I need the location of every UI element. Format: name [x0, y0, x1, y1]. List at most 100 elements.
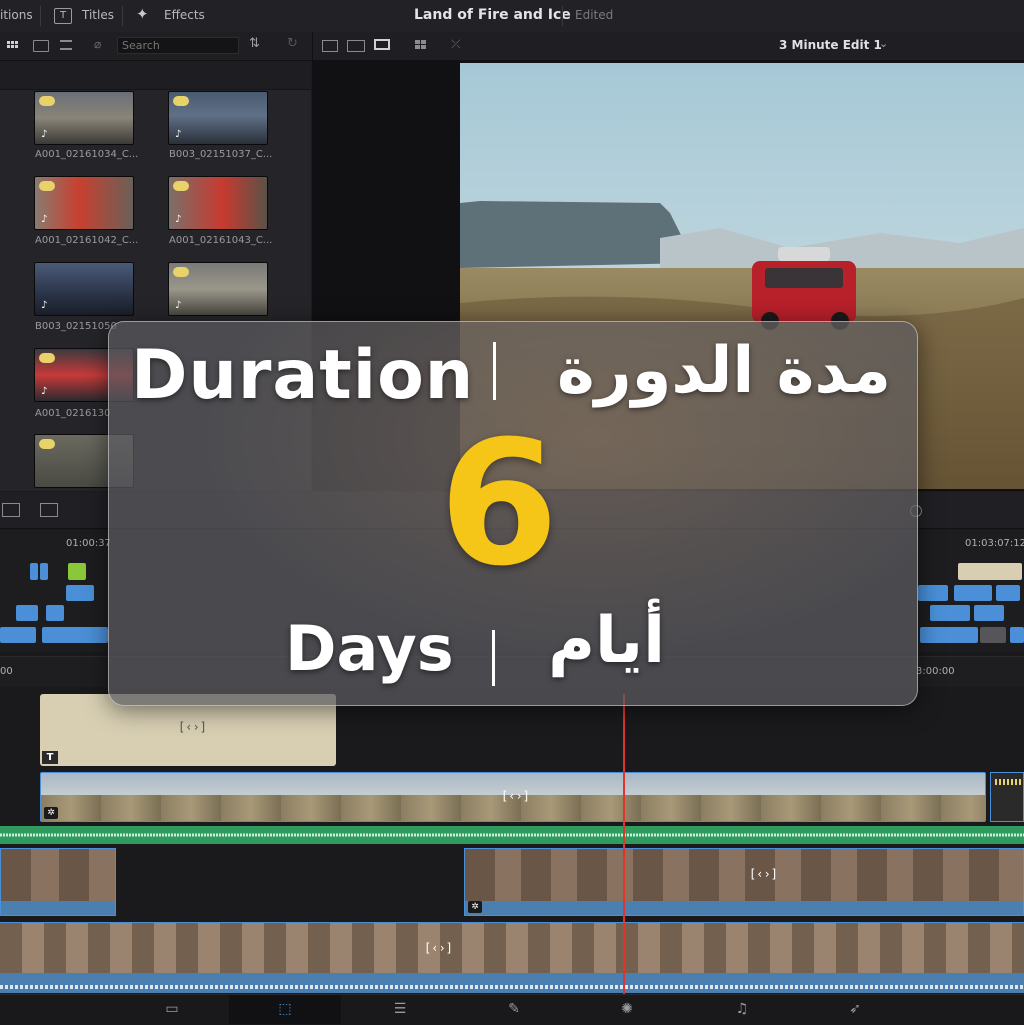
titles-icon[interactable]: T	[54, 8, 72, 24]
fusion-page-icon[interactable]: ✎	[499, 998, 529, 1020]
media-clip[interactable]: ♪	[34, 91, 134, 145]
overview-clip	[920, 627, 978, 643]
overview-clip	[0, 627, 36, 643]
divider	[493, 342, 496, 400]
thumbnail-view-icon[interactable]	[33, 40, 49, 52]
overview-clip	[930, 605, 970, 621]
cloud-icon	[39, 439, 55, 449]
clip-name: A001_02161043_C...	[169, 235, 273, 246]
video-clip[interactable]: [‹›]	[0, 922, 1024, 993]
duration-card: Duration مدة الدورة 6 Days أيام	[108, 321, 918, 706]
cloud-icon	[39, 181, 55, 191]
color-page-icon[interactable]: ✺	[612, 998, 642, 1020]
music-note-icon: ♪	[175, 129, 182, 140]
overview-clip	[66, 585, 94, 601]
unit-label-ar: أيام	[548, 604, 665, 678]
music-note-icon: ♪	[175, 300, 182, 311]
refresh-icon[interactable]: ↻	[287, 36, 298, 51]
tab-effects[interactable]: Effects	[164, 8, 205, 22]
divider	[122, 6, 123, 26]
timeline-selector[interactable]: 3 Minute Edit 1	[779, 38, 882, 52]
tab-titles[interactable]: Titles	[82, 8, 114, 22]
clip-name: A001_02161042_C...	[35, 235, 139, 246]
music-note-icon: ♪	[41, 386, 48, 397]
overview-clip	[46, 605, 64, 621]
cloud-icon	[39, 96, 55, 106]
titles-icon: T	[42, 751, 58, 764]
overview-clip	[980, 627, 1006, 643]
music-note-icon: ♪	[41, 300, 48, 311]
fit-icon: [‹›]	[749, 867, 778, 881]
duration-number: 6	[439, 403, 559, 604]
media-clip[interactable]: ♪	[168, 176, 268, 230]
overview-clip	[30, 563, 38, 580]
media-clip[interactable]: ♪	[34, 262, 134, 316]
clip-frames	[1, 849, 115, 901]
tab-editions[interactable]: itions	[0, 8, 33, 22]
media-clip[interactable]: ♪	[168, 91, 268, 145]
top-bar: itions T Titles ✦ Effects Land of Fire a…	[0, 0, 1024, 33]
media-clip[interactable]: ♪	[168, 262, 268, 316]
audio-track[interactable]	[0, 826, 1024, 844]
overview-clip	[68, 563, 86, 580]
overview-clip	[974, 605, 1004, 621]
overview-clip	[42, 627, 108, 643]
clip-frames	[0, 923, 1024, 973]
music-note-icon: ♪	[41, 214, 48, 225]
safe-area-icon[interactable]	[347, 40, 365, 52]
search-input[interactable]	[117, 37, 239, 54]
grid-view-icon[interactable]	[7, 41, 18, 48]
music-note-icon: ♪	[41, 129, 48, 140]
video-clip[interactable]: [‹›] ✲	[40, 772, 986, 822]
project-title: Land of Fire and Ice	[414, 7, 571, 23]
effects-icon: ✲	[44, 807, 58, 819]
clip-name: A001_02161034_C...	[35, 149, 139, 160]
cut-page-icon[interactable]: ⬚	[270, 998, 300, 1020]
divider	[492, 630, 495, 686]
deliver-icon[interactable]: ➶	[840, 998, 870, 1020]
status-label: Edited	[575, 8, 614, 22]
media-clip[interactable]: ♪	[34, 176, 134, 230]
clip-pattern	[995, 779, 1023, 785]
cloud-icon	[173, 181, 189, 191]
link-icon[interactable]: ⌀	[94, 37, 101, 51]
clip-audio	[0, 973, 1024, 993]
layout-icon[interactable]	[415, 40, 426, 49]
video-clip[interactable]	[0, 848, 116, 916]
timecode-left: 01:00:37	[66, 538, 111, 549]
sort-icon[interactable]: ⇅	[249, 36, 260, 51]
video-clip[interactable]: [‹›] ✲	[464, 848, 1024, 916]
timeline-options-icon[interactable]	[40, 503, 58, 517]
fairlight-icon[interactable]: ♫	[727, 998, 757, 1020]
cut-icon[interactable]: ⤫	[451, 37, 461, 52]
timecode-right: 01:03:07:12	[965, 538, 1024, 549]
overview-clip	[1010, 627, 1024, 643]
filmstrip-icon[interactable]	[374, 39, 390, 50]
viewer-mode-icon[interactable]	[322, 40, 338, 52]
media-page-icon[interactable]: ▭	[157, 998, 187, 1020]
effects-icon[interactable]: ✦	[136, 5, 149, 23]
overview-clip	[16, 605, 38, 621]
music-note-icon: ♪	[175, 214, 182, 225]
overview-clip	[40, 563, 48, 580]
playhead[interactable]	[623, 694, 625, 994]
cloud-icon	[173, 96, 189, 106]
video-clip[interactable]	[990, 772, 1024, 822]
edit-page-icon[interactable]: ☰	[385, 998, 415, 1020]
divider	[562, 6, 563, 26]
clip-name: B003_02151037_C...	[169, 149, 273, 160]
unit-label-en: Days	[285, 612, 454, 685]
divider	[40, 6, 41, 26]
clip-audio	[1, 901, 115, 915]
overview-clip	[954, 585, 992, 601]
chevron-down-icon[interactable]: ⌄	[879, 37, 888, 50]
fit-icon: [‹›]	[501, 789, 530, 803]
effects-icon: ✲	[468, 901, 482, 913]
timeline-view-icon[interactable]	[2, 503, 20, 517]
ruler-label: 00	[0, 666, 13, 677]
ruler-label: 3:00:00	[916, 666, 955, 677]
cloud-icon	[39, 353, 55, 363]
duration-label-en: Duration	[131, 336, 475, 415]
fit-icon: [‹›]	[424, 941, 453, 955]
list-view-icon[interactable]	[60, 40, 72, 50]
